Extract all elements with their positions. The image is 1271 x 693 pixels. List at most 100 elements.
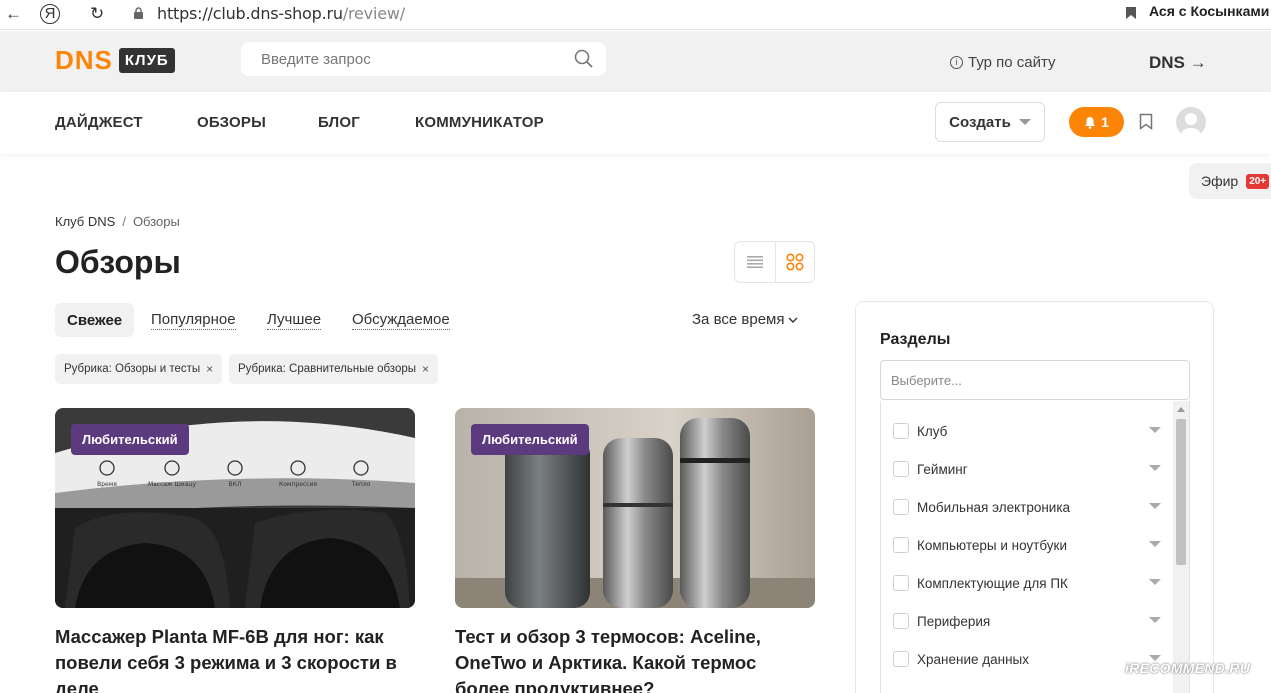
bookmark-page-icon[interactable]: [1125, 6, 1137, 20]
panel-label: Время: [97, 481, 117, 488]
yandex-icon[interactable]: Я: [40, 4, 60, 24]
dns-shop-link[interactable]: DNS →: [1149, 53, 1207, 73]
tab-discussed[interactable]: Обсуждаемое: [352, 303, 450, 337]
checkbox[interactable]: [893, 499, 909, 515]
url-path: /review/: [342, 4, 405, 23]
scrollbar-thumb[interactable]: [1176, 419, 1186, 565]
nav-item-digest[interactable]: ДАЙДЖЕСТ: [55, 114, 143, 131]
chevron-down-icon: [1018, 119, 1031, 125]
chevron-down-icon[interactable]: [1149, 503, 1161, 509]
sections-list: Клуб Гейминг Мобильная электроника Компь…: [880, 401, 1190, 693]
scrollbar[interactable]: [1173, 401, 1189, 693]
filter-chip: Рубрика: Обзоры и тесты ×: [55, 354, 223, 384]
nav-item-blog[interactable]: БЛОГ: [318, 114, 360, 131]
tour-label: Тур по сайту: [968, 54, 1056, 71]
avatar[interactable]: [1176, 107, 1206, 137]
checkbox[interactable]: [893, 537, 909, 553]
chevron-down-icon[interactable]: [1149, 579, 1161, 585]
tour-link[interactable]: i Тур по сайту: [950, 54, 1056, 71]
search-input[interactable]: [241, 42, 541, 76]
tab-discussed-label: Обсуждаемое: [352, 310, 450, 330]
chevron-down-icon[interactable]: [1149, 617, 1161, 623]
checkbox[interactable]: [893, 423, 909, 439]
search-box: [241, 42, 606, 76]
chevron-down-icon[interactable]: [1149, 465, 1161, 471]
breadcrumb-home[interactable]: Клуб DNS: [55, 214, 115, 229]
back-icon[interactable]: ←: [5, 4, 22, 24]
tab-best-label: Лучшее: [267, 310, 322, 330]
address-bar[interactable]: https://club.dns-shop.ru/review/: [157, 4, 405, 23]
panel-label: ВКЛ: [229, 481, 242, 488]
checkbox[interactable]: [893, 575, 909, 591]
section-label: Мобильная электроника: [917, 499, 1071, 515]
section-item[interactable]: Хранение данных: [893, 649, 1161, 669]
section-label: Компьютеры и ноутбуки: [917, 537, 1067, 553]
nav-item-communicator[interactable]: КОММУНИКАТОР: [415, 114, 544, 131]
sections-select-input[interactable]: [881, 361, 1189, 399]
section-item[interactable]: Клуб: [893, 421, 1161, 441]
filter-chip: Рубрика: Сравнительные обзоры ×: [229, 354, 439, 384]
create-label: Создать: [949, 113, 1011, 131]
tab-popular[interactable]: Популярное: [151, 303, 236, 337]
section-label: Хранение данных: [917, 651, 1029, 667]
review-card[interactable]: Время Массаж Шиацу ВКЛ Компрессия Тепло …: [55, 408, 415, 693]
reload-icon[interactable]: ↻: [90, 4, 104, 24]
profile-name[interactable]: Ася с Косынками: [1149, 3, 1269, 19]
checkbox[interactable]: [893, 461, 909, 477]
url-host: https://club.dns-shop.ru: [157, 4, 343, 23]
period-select[interactable]: За все время: [692, 311, 798, 328]
sections-select[interactable]: [880, 360, 1190, 400]
checkbox[interactable]: [893, 651, 909, 667]
section-item[interactable]: Компьютеры и ноутбуки: [893, 535, 1161, 555]
filter-chip-label: Рубрика: Сравнительные обзоры: [238, 363, 416, 375]
card-title[interactable]: Массажер Planta MF-6B для ног: как повел…: [55, 624, 415, 693]
grid-view-button[interactable]: [774, 242, 815, 282]
dns-link-label: DNS: [1149, 53, 1185, 72]
period-label: За все время: [692, 311, 785, 328]
sidebar-title: Разделы: [880, 331, 951, 348]
bell-icon: [1085, 116, 1096, 129]
scroll-up-icon[interactable]: [1177, 407, 1185, 412]
tab-fresh[interactable]: Свежее: [55, 303, 135, 337]
tab-popular-label: Популярное: [151, 310, 236, 330]
review-card[interactable]: Любительский Тест и обзор 3 термосов: Ac…: [455, 408, 815, 693]
create-button[interactable]: Создать: [935, 102, 1045, 142]
card-image[interactable]: Любительский: [455, 408, 815, 608]
filter-chip-label: Рубрика: Обзоры и тесты: [64, 363, 201, 375]
chevron-down-icon[interactable]: [1149, 427, 1161, 433]
section-item[interactable]: Периферия: [893, 611, 1161, 631]
bookmark-icon[interactable]: [1139, 113, 1153, 130]
section-label: Периферия: [917, 613, 991, 629]
breadcrumb-current: Обзоры: [132, 214, 180, 229]
section-label: Гейминг: [917, 461, 968, 477]
section-item[interactable]: Мобильная электроника: [893, 497, 1161, 517]
card-title[interactable]: Тест и обзор 3 термосов: Aceline, OneTwo…: [455, 624, 815, 693]
panel-label: Тепло: [351, 481, 371, 488]
efir-badge: 20+: [1246, 173, 1270, 189]
card-tag[interactable]: Любительский: [71, 424, 189, 455]
checkbox[interactable]: [893, 613, 909, 629]
browser-bar: ← Я ↻ https://club.dns-shop.ru/review/ А…: [0, 0, 1271, 30]
list-view-button[interactable]: [735, 242, 775, 282]
lock-icon: [134, 7, 143, 19]
card-tag[interactable]: Любительский: [471, 424, 589, 455]
sections-sidebar: Разделы Клуб Гейминг Мобильная электрони…: [855, 301, 1214, 693]
close-icon[interactable]: ×: [206, 362, 213, 376]
section-item[interactable]: Гейминг: [893, 459, 1161, 479]
chevron-down-icon[interactable]: [1149, 541, 1161, 547]
section-item[interactable]: Комплектующие для ПК: [893, 573, 1161, 593]
section-label: Комплектующие для ПК: [917, 575, 1068, 591]
view-toggle: [734, 241, 815, 283]
close-icon[interactable]: ×: [422, 362, 429, 376]
card-image[interactable]: Время Массаж Шиацу ВКЛ Компрессия Тепло …: [55, 408, 415, 608]
logo-badge: КЛУБ: [118, 47, 175, 73]
notifications-count: 1: [1101, 114, 1109, 130]
logo-text: DNS: [55, 45, 113, 75]
logo[interactable]: DNS КЛУБ: [55, 45, 175, 75]
chevron-down-icon: [788, 317, 798, 323]
efir-button[interactable]: Эфир 20+: [1189, 163, 1271, 199]
notifications-button[interactable]: 1: [1069, 107, 1124, 137]
tab-best[interactable]: Лучшее: [267, 303, 322, 337]
nav-item-reviews[interactable]: ОБЗОРЫ: [197, 114, 266, 131]
search-icon[interactable]: [574, 49, 594, 69]
